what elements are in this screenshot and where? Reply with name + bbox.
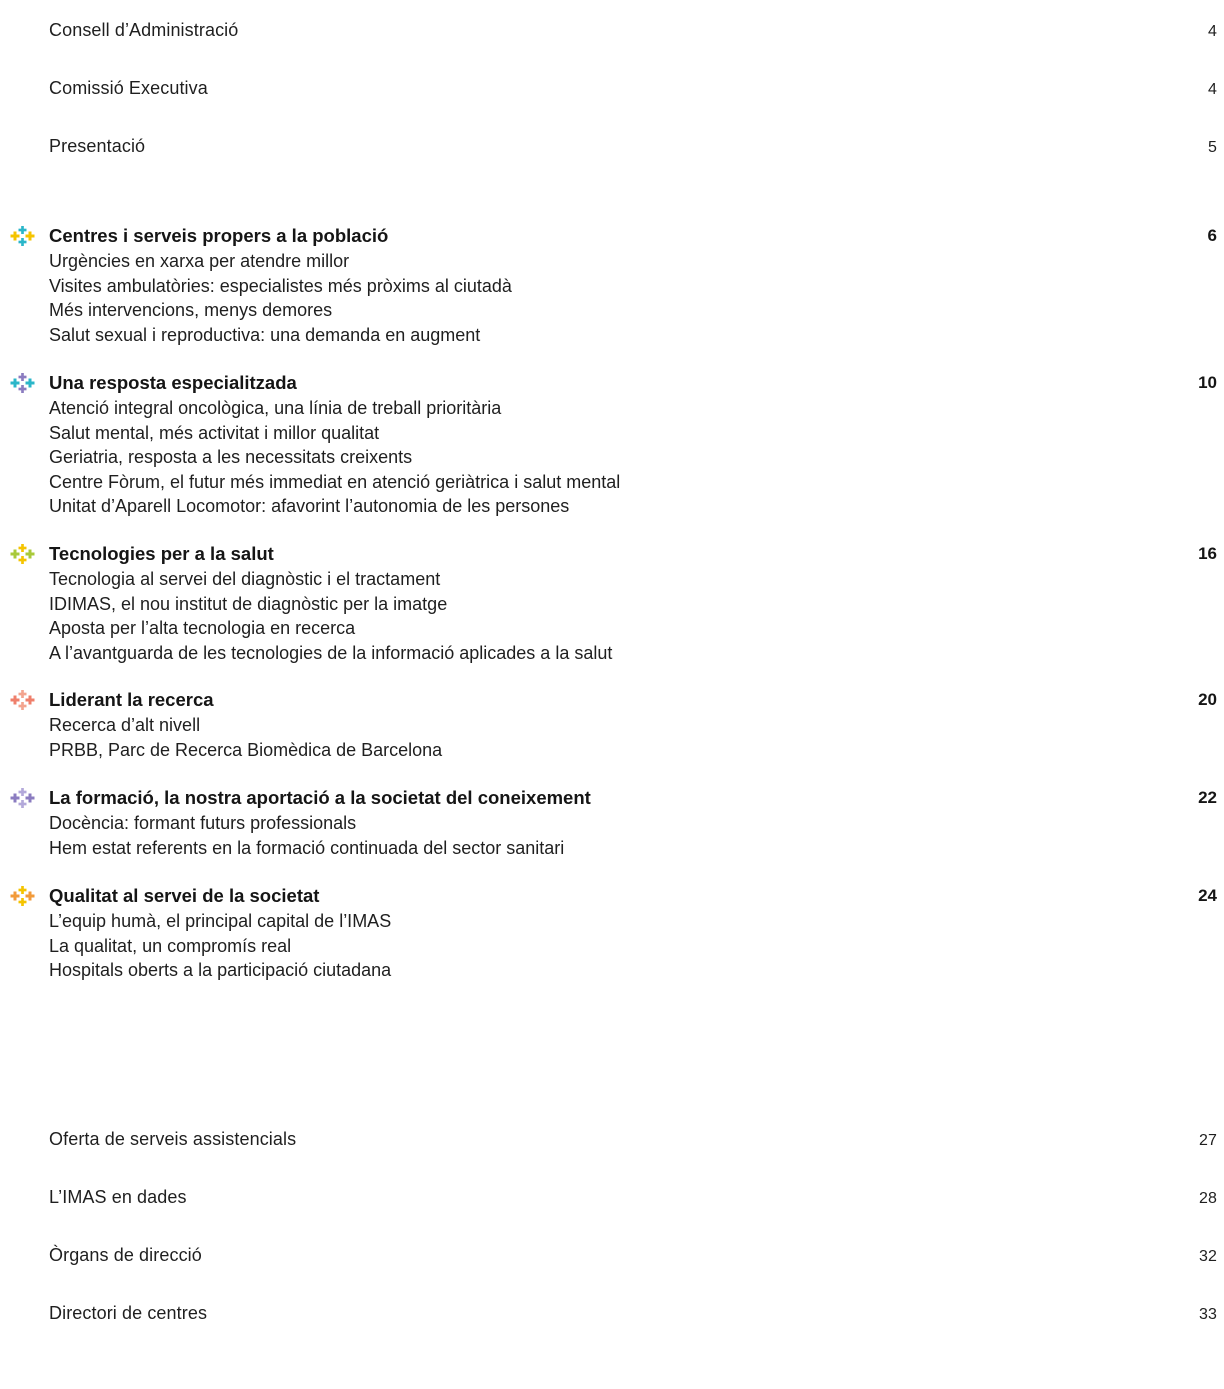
toc-entry[interactable]: Òrgans de direcció 32 <box>49 1245 1217 1266</box>
toc-subitem[interactable]: Docència: formant futurs professionals <box>49 811 1217 836</box>
toc-entry-page: 5 <box>1208 139 1217 156</box>
section-title: Liderant la recerca <box>49 689 214 710</box>
section-page: 22 <box>1198 788 1217 807</box>
section-title: Tecnologies per a la salut <box>49 543 274 564</box>
toc-subitem[interactable]: IDIMAS, el nou institut de diagnòstic pe… <box>49 592 1217 617</box>
toc-subitem[interactable]: Salut mental, més activitat i millor qua… <box>49 421 1217 446</box>
section-page: 24 <box>1198 886 1217 905</box>
toc-subitem[interactable]: Centre Fòrum, el futur més immediat en a… <box>49 470 1217 495</box>
section-title: La formació, la nostra aportació a la so… <box>49 787 591 808</box>
section-heading[interactable]: Una resposta especialitzada 10 <box>10 371 1217 395</box>
toc-subitem[interactable]: Més intervencions, menys demores <box>49 298 1217 323</box>
toc-entry-page: 32 <box>1199 1248 1217 1265</box>
toc-entry-page: 4 <box>1208 81 1217 98</box>
section-page: 6 <box>1207 226 1217 245</box>
toc-subitem[interactable]: Recerca d’alt nivell <box>49 713 1217 738</box>
toc-subitem[interactable]: Urgències en xarxa per atendre millor <box>49 249 1217 274</box>
section-title: Una resposta especialitzada <box>49 372 297 393</box>
section-title: Centres i serveis propers a la població <box>49 225 389 246</box>
toc-entry[interactable]: Presentació 5 <box>49 136 1217 157</box>
toc-subitem[interactable]: Visites ambulatòries: especialistes més … <box>49 274 1217 299</box>
cross-cluster-icon <box>10 690 35 710</box>
toc-entry[interactable]: L’IMAS en dades 28 <box>49 1187 1217 1208</box>
toc-section[interactable]: Qualitat al servei de la societat 24 L’e… <box>10 884 1217 983</box>
section-heading[interactable]: Liderant la recerca 20 <box>10 688 1217 712</box>
toc-section[interactable]: Liderant la recerca 20 Recerca d’alt niv… <box>10 688 1217 762</box>
toc-entry-title: Oferta de serveis assistencials <box>49 1129 297 1149</box>
toc-section[interactable]: Centres i serveis propers a la població … <box>10 224 1217 347</box>
toc-section[interactable]: Tecnologies per a la salut 16 Tecnologia… <box>10 542 1217 665</box>
toc-subitem[interactable]: A l’avantguarda de les tecnologies de la… <box>49 641 1217 666</box>
toc-entry-title: Directori de centres <box>49 1303 208 1323</box>
toc-entry-page: 33 <box>1199 1306 1217 1323</box>
toc-subitem[interactable]: Aposta per l’alta tecnologia en recerca <box>49 616 1217 641</box>
section-title: Qualitat al servei de la societat <box>49 885 320 906</box>
toc-subitem[interactable]: Hospitals oberts a la participació ciuta… <box>49 958 1217 983</box>
cross-cluster-icon <box>10 226 35 246</box>
toc-subitem[interactable]: Geriatria, resposta a les necessitats cr… <box>49 445 1217 470</box>
toc-section[interactable]: La formació, la nostra aportació a la so… <box>10 786 1217 860</box>
section-page: 10 <box>1198 373 1217 392</box>
toc-subitem[interactable]: Salut sexual i reproductiva: una demanda… <box>49 323 1217 348</box>
toc-entry-title: Consell d’Administració <box>49 20 239 40</box>
toc-subitem[interactable]: Hem estat referents en la formació conti… <box>49 836 1217 861</box>
table-of-contents: Consell d’Administració 4 Comissió Execu… <box>0 0 1224 1389</box>
toc-entry-title: Presentació <box>49 136 146 156</box>
toc-subitem[interactable]: Unitat d’Aparell Locomotor: afavorint l’… <box>49 494 1217 519</box>
section-page: 20 <box>1198 690 1217 709</box>
section-heading[interactable]: Qualitat al servei de la societat 24 <box>10 884 1217 908</box>
toc-entry[interactable]: Comissió Executiva 4 <box>49 78 1217 99</box>
toc-subitem[interactable]: PRBB, Parc de Recerca Biomèdica de Barce… <box>49 738 1217 763</box>
toc-entry-title: L’IMAS en dades <box>49 1187 187 1207</box>
toc-entry-title: Òrgans de direcció <box>49 1245 202 1265</box>
toc-entry-title: Comissió Executiva <box>49 78 208 98</box>
cross-cluster-icon <box>10 788 35 808</box>
toc-subitem[interactable]: Tecnologia al servei del diagnòstic i el… <box>49 567 1217 592</box>
toc-entry-page: 4 <box>1208 23 1217 40</box>
toc-entry[interactable]: Consell d’Administració 4 <box>49 20 1217 41</box>
section-heading[interactable]: Tecnologies per a la salut 16 <box>10 542 1217 566</box>
cross-cluster-icon <box>10 886 35 906</box>
toc-section[interactable]: Una resposta especialitzada 10 Atenció i… <box>10 371 1217 519</box>
section-heading[interactable]: La formació, la nostra aportació a la so… <box>10 786 1217 810</box>
toc-entry[interactable]: Oferta de serveis assistencials 27 <box>49 1129 1217 1150</box>
cross-cluster-icon <box>10 544 35 564</box>
section-page: 16 <box>1198 544 1217 563</box>
toc-entry-page: 27 <box>1199 1132 1217 1149</box>
toc-subitem[interactable]: L’equip humà, el principal capital de l’… <box>49 909 1217 934</box>
toc-entry-page: 28 <box>1199 1190 1217 1207</box>
cross-cluster-icon <box>10 373 35 393</box>
section-heading[interactable]: Centres i serveis propers a la població … <box>10 224 1217 248</box>
toc-subitem[interactable]: Atenció integral oncològica, una línia d… <box>49 396 1217 421</box>
toc-entry[interactable]: Directori de centres 33 <box>49 1303 1217 1324</box>
toc-subitem[interactable]: La qualitat, un compromís real <box>49 934 1217 959</box>
